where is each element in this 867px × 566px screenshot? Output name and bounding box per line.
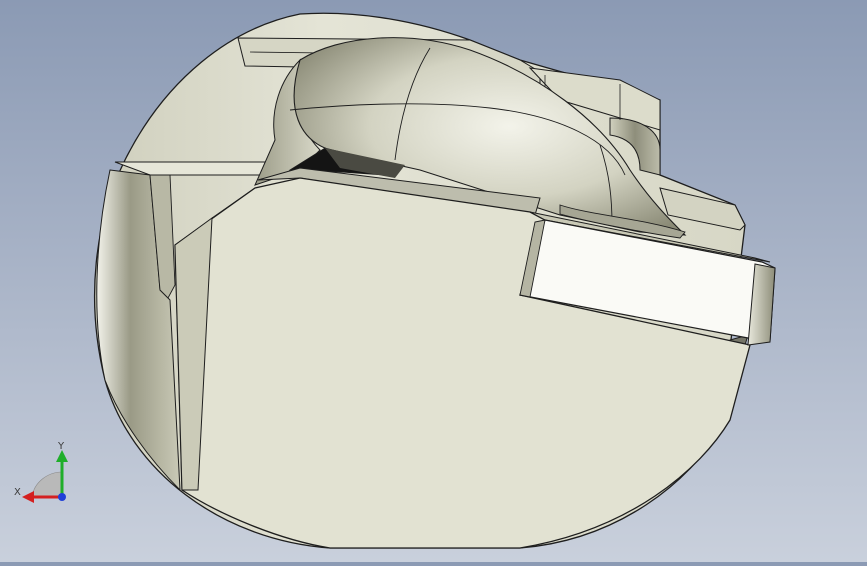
model-view[interactable] — [0, 0, 867, 562]
3d-viewport[interactable] — [0, 0, 867, 562]
triad-plane-icon — [31, 471, 63, 498]
y-axis-label: Y — [57, 441, 65, 452]
z-axis-dot-icon — [58, 493, 66, 501]
x-axis-label: X — [14, 487, 21, 498]
x-axis-arrow-icon — [22, 491, 34, 503]
triad-graphic: Y X — [14, 441, 68, 503]
view-orientation-triad[interactable]: Y X — [12, 440, 76, 510]
